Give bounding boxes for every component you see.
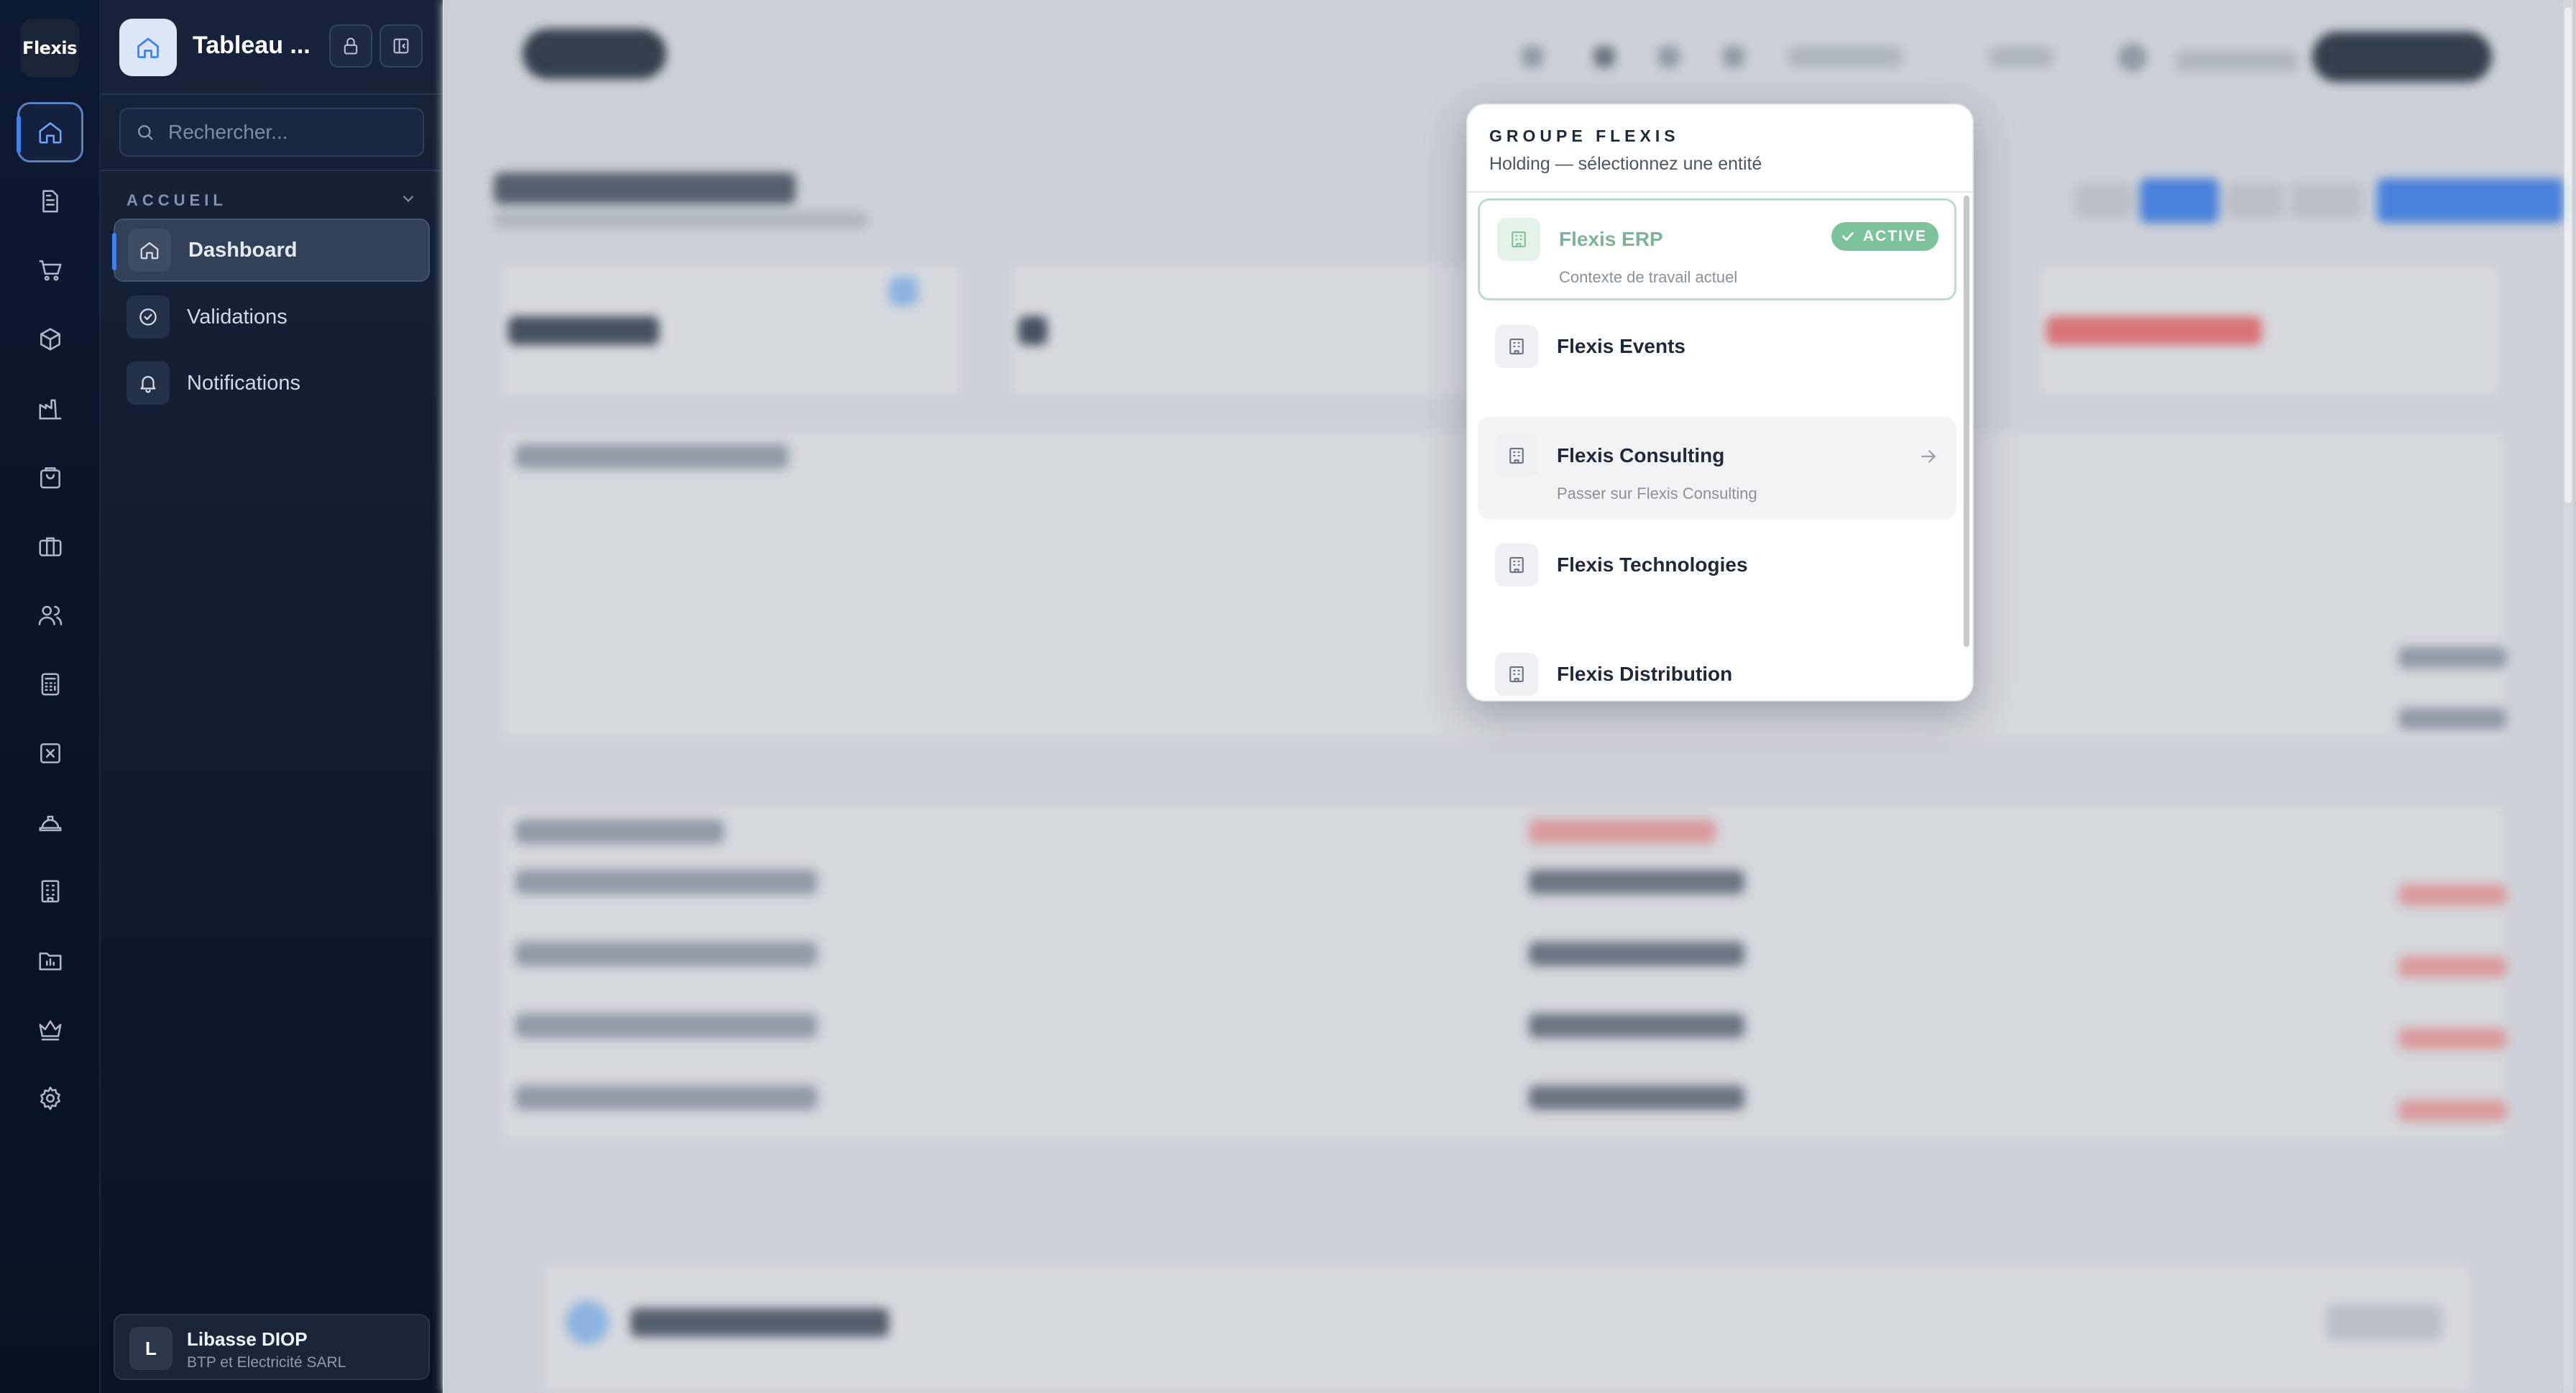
icon-rail: Flexis: [0, 0, 101, 1393]
bag-icon: [40, 467, 60, 489]
rail-projects-button[interactable]: [17, 516, 83, 576]
arrow-right-icon: [1921, 450, 1936, 463]
building-icon: [1512, 231, 1526, 248]
popup-scrollbar[interactable]: [1964, 196, 1969, 647]
building-icon: [1509, 556, 1524, 574]
sidebar-header: Tableau ...: [101, 0, 443, 95]
rail-sales-button[interactable]: [17, 240, 83, 300]
home-icon: [39, 122, 62, 144]
sidebar-item-label: Dashboard: [188, 238, 298, 262]
entity-icon: [1497, 218, 1540, 261]
sidebar-item-notifications[interactable]: Notifications: [114, 351, 430, 415]
entity-description: Contexte de travail actuel: [1559, 268, 1738, 286]
calculator-icon: [41, 673, 60, 696]
rail-accounting-button[interactable]: [17, 654, 83, 714]
building-icon: [41, 880, 60, 903]
popup-subtitle: Holding — sélectionnez une entité: [1489, 154, 1762, 174]
entity-name: Flexis Distribution: [1557, 663, 1733, 685]
factory-icon: [39, 399, 62, 420]
switch-arrow: [1918, 446, 1939, 467]
sidebar-divider: [101, 170, 443, 171]
lock-icon: [344, 37, 358, 55]
chevron-down-icon: [403, 196, 413, 203]
document-icon: [42, 190, 58, 213]
entity-item-flexis-events[interactable]: Flexis Events: [1478, 308, 1956, 410]
entity-icon: [1495, 434, 1538, 477]
rail-entities-button[interactable]: [17, 861, 83, 921]
entity-icon: [1495, 653, 1538, 696]
rail-premium-button[interactable]: [17, 999, 83, 1059]
users-icon: [38, 605, 63, 625]
briefcase-icon: [39, 537, 62, 556]
sidebar-item-icon: [128, 229, 171, 272]
sidebar-home-button[interactable]: [119, 19, 177, 76]
home-icon: [137, 37, 159, 58]
rail-documents-button[interactable]: [17, 171, 83, 231]
cart-icon: [39, 260, 62, 281]
rail-settings-button[interactable]: [17, 1068, 83, 1128]
collapse-sidebar-button[interactable]: [380, 24, 423, 68]
user-name: Libasse DIOP: [187, 1328, 308, 1350]
entity-name: Flexis Technologies: [1557, 553, 1748, 576]
sidebar-item-icon: [126, 295, 170, 339]
rail-home-button[interactable]: [17, 102, 83, 162]
building-icon: [1509, 447, 1524, 464]
flexis-logo[interactable]: Flexis: [20, 19, 79, 78]
sidebar-collapse-icon: [393, 38, 409, 54]
close-square-icon: [40, 743, 60, 763]
entity-item-flexis-erp[interactable]: Flexis ERP Contexte de travail actuel AC…: [1478, 198, 1956, 300]
section-toggle[interactable]: [398, 188, 418, 208]
crown-icon: [39, 1020, 62, 1041]
entity-item-flexis-consulting[interactable]: Flexis Consulting Passer sur Flexis Cons…: [1478, 417, 1956, 519]
sidebar-item-validations[interactable]: Validations: [114, 285, 430, 349]
user-card[interactable]: L Libasse DIOP BTP et Electricité SARL: [114, 1314, 430, 1380]
sidebar-title: Tableau ...: [193, 32, 310, 59]
lock-sidebar-button[interactable]: [329, 24, 372, 68]
sidebar-search[interactable]: [119, 108, 424, 157]
entity-name: Flexis ERP: [1559, 228, 1663, 250]
popup-title: GROUPE FLEXIS: [1489, 127, 1680, 145]
check-circle-icon: [139, 308, 157, 326]
entity-item-flexis-distribution[interactable]: Flexis Distribution: [1478, 635, 1956, 700]
rail-hr-button[interactable]: [17, 585, 83, 645]
sidebar-item-label: Notifications: [187, 371, 300, 395]
entity-item-flexis-technologies[interactable]: Flexis Technologies: [1478, 526, 1956, 628]
building-icon: [1509, 666, 1524, 683]
search-input[interactable]: [168, 121, 413, 144]
check-icon: [1842, 232, 1854, 241]
entity-icon: [1495, 325, 1538, 368]
rail-excel-button[interactable]: [17, 723, 83, 783]
bell-icon: [140, 376, 156, 393]
entity-list[interactable]: Flexis ERP Contexte de travail actuel AC…: [1468, 194, 1972, 700]
entity-name: Flexis Events: [1557, 335, 1685, 357]
active-badge-label: ACTIVE: [1862, 228, 1927, 244]
sidebar-item-dashboard[interactable]: Dashboard: [112, 219, 430, 282]
entity-description: Passer sur Flexis Consulting: [1557, 484, 1757, 502]
search-icon: [138, 125, 153, 140]
box-icon: [40, 328, 60, 351]
entity-switcher-popup: GROUPE FLEXIS Holding — sélectionnez une…: [1466, 104, 1974, 702]
avatar: L: [129, 1327, 172, 1370]
rail-products-button[interactable]: [17, 309, 83, 369]
home-icon: [140, 242, 159, 259]
section-title: ACCUEIL: [126, 191, 227, 209]
sidebar-item-icon: [126, 362, 170, 405]
rail-files-button[interactable]: [17, 930, 83, 990]
page-scroll-thumb[interactable]: [2564, 7, 2572, 503]
active-badge: ACTIVE: [1831, 222, 1938, 251]
folder-icon: [39, 952, 62, 970]
rail-purchases-button[interactable]: [17, 447, 83, 507]
building-icon: [1509, 338, 1524, 355]
popup-divider: [1468, 191, 1972, 193]
entity-icon: [1495, 543, 1538, 587]
hardhat-icon: [39, 815, 62, 832]
rail-production-button[interactable]: [17, 378, 83, 438]
sidebar: Tableau ... ACCUEIL Dashboard Validation…: [101, 0, 443, 1393]
sidebar-item-label: Validations: [187, 305, 288, 328]
gear-icon: [40, 1086, 60, 1111]
entity-name: Flexis Consulting: [1557, 444, 1725, 466]
rail-construction-button[interactable]: [17, 792, 83, 852]
user-company: BTP et Electricité SARL: [187, 1354, 346, 1371]
